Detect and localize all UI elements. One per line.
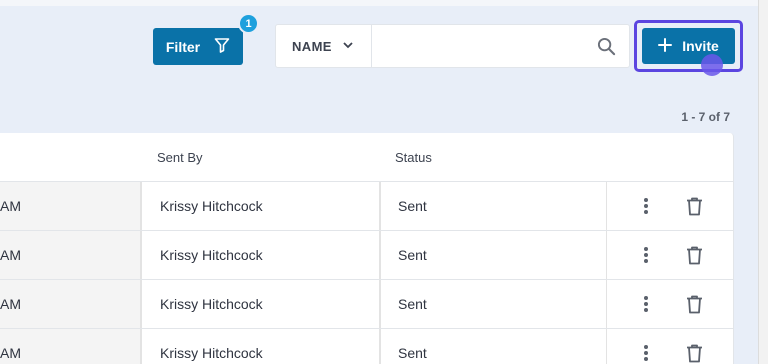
header-status[interactable]: Status — [395, 150, 432, 165]
cursor-indicator — [701, 54, 723, 76]
sent-by-cell: Krissy Hitchcock — [140, 329, 379, 364]
search-input[interactable] — [372, 25, 583, 67]
sent-by-cell: Krissy Hitchcock — [140, 231, 379, 279]
date-cell: AM — [0, 198, 21, 214]
trash-icon[interactable] — [684, 342, 704, 364]
invitations-table: Sent By Status AM Krissy Hitchcock Sent … — [0, 133, 734, 364]
date-cell: AM — [0, 247, 21, 263]
more-vertical-icon[interactable] — [639, 244, 653, 266]
sent-by-cell: Krissy Hitchcock — [140, 182, 379, 230]
status-cell: Sent — [379, 182, 606, 230]
table-row: AM Krissy Hitchcock Sent — [0, 329, 734, 364]
filter-count-badge: 1 — [238, 13, 259, 34]
trash-icon[interactable] — [684, 293, 704, 315]
filter-button[interactable]: Filter — [153, 28, 243, 65]
actions-cell — [606, 182, 734, 230]
more-vertical-icon[interactable] — [639, 195, 653, 217]
more-vertical-icon[interactable] — [639, 342, 653, 364]
search-field-label: NAME — [292, 38, 332, 54]
table-header: Sent By Status — [0, 133, 734, 182]
filter-label: Filter — [165, 38, 201, 55]
sent-by-cell: Krissy Hitchcock — [140, 280, 379, 328]
plus-icon — [658, 37, 673, 55]
search-icon[interactable] — [583, 25, 629, 67]
status-cell: Sent — [379, 280, 606, 328]
chevron-down-icon — [342, 39, 354, 54]
search-bar: NAME — [275, 24, 630, 68]
more-vertical-icon[interactable] — [639, 293, 653, 315]
actions-cell — [606, 231, 734, 279]
page-scrollbar[interactable] — [758, 0, 768, 364]
pagination-info: 1 - 7 of 7 — [681, 110, 730, 124]
actions-cell — [606, 329, 734, 364]
table-row: AM Krissy Hitchcock Sent — [0, 182, 734, 231]
trash-icon[interactable] — [684, 195, 704, 217]
date-cell: AM — [0, 296, 21, 312]
header-sent-by[interactable]: Sent By — [157, 150, 203, 165]
table-row: AM Krissy Hitchcock Sent — [0, 280, 734, 329]
invite-label: Invite — [682, 38, 719, 54]
status-cell: Sent — [379, 329, 606, 364]
search-field-select[interactable]: NAME — [276, 25, 372, 67]
trash-icon[interactable] — [684, 244, 704, 266]
top-strip — [0, 0, 768, 6]
date-cell: AM — [0, 345, 21, 361]
filter-funnel-icon — [214, 37, 230, 56]
table-row: AM Krissy Hitchcock Sent — [0, 231, 734, 280]
actions-cell — [606, 280, 734, 328]
status-cell: Sent — [379, 231, 606, 279]
